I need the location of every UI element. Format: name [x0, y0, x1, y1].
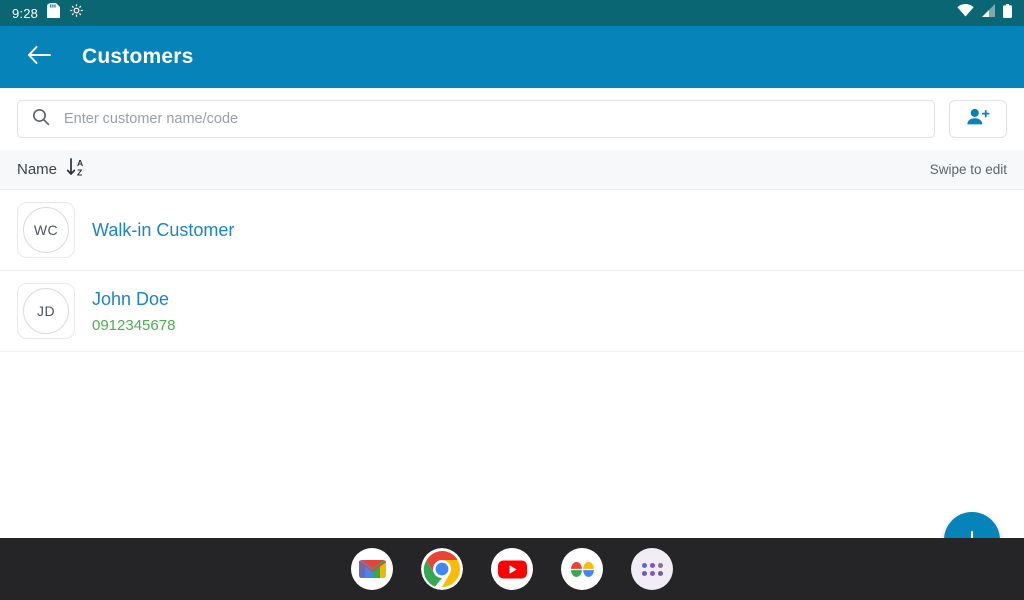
cell-signal-icon	[981, 4, 996, 22]
drawer-dots	[641, 562, 663, 576]
settings-gear-icon	[69, 3, 84, 23]
system-dock	[0, 538, 1024, 600]
list-item[interactable]: JD John Doe 0912345678	[0, 271, 1024, 352]
sort-alpha-down-icon: A Z	[66, 157, 85, 182]
status-bar-left: 9:28	[12, 3, 84, 23]
back-button[interactable]	[22, 40, 56, 74]
list-item-text: John Doe 0912345678	[92, 289, 175, 334]
swipe-to-edit-hint: Swipe to edit	[929, 162, 1007, 177]
sort-label: Name	[17, 161, 58, 178]
status-bar-right	[957, 3, 1012, 23]
youtube-icon[interactable]	[491, 548, 533, 590]
android-screen: 9:28 Customers Enter customer name/code …	[0, 0, 1024, 600]
list-item[interactable]: WC Walk-in Customer	[0, 190, 1024, 271]
svg-text:Z: Z	[77, 168, 82, 178]
app-drawer-icon[interactable]	[631, 548, 673, 590]
status-bar: 9:28	[0, 0, 1024, 26]
chrome-icon[interactable]	[421, 548, 463, 590]
search-box[interactable]	[17, 100, 935, 138]
person-add-icon	[966, 107, 990, 132]
wifi-icon	[957, 4, 974, 22]
avatar: JD	[17, 283, 75, 339]
sd-card-icon	[47, 3, 61, 23]
search-row	[0, 88, 1024, 150]
customer-list: WC Walk-in Customer JD John Doe 09123456…	[0, 190, 1024, 352]
sort-bar: Name A Z Swipe to edit	[0, 150, 1024, 190]
search-icon	[32, 108, 50, 131]
google-photos-icon[interactable]	[561, 548, 603, 590]
customer-name[interactable]: Walk-in Customer	[92, 220, 234, 241]
page-title: Customers	[82, 45, 194, 68]
gmail-icon[interactable]	[351, 548, 393, 590]
app-bar: Customers	[0, 26, 1024, 88]
status-bar-clock: 9:28	[12, 5, 39, 21]
search-input[interactable]	[64, 111, 920, 127]
list-item-text: Walk-in Customer	[92, 220, 234, 241]
battery-icon	[1003, 3, 1012, 23]
sort-by-name-control[interactable]: Name A Z	[17, 157, 85, 182]
avatar-initials: WC	[23, 207, 69, 253]
customer-phone: 0912345678	[92, 316, 176, 334]
customer-name[interactable]: John Doe	[92, 289, 175, 310]
svg-text:A: A	[77, 158, 83, 168]
arrow-left-icon	[27, 45, 51, 70]
avatar: WC	[17, 202, 75, 258]
avatar-initials: JD	[23, 288, 69, 334]
add-customer-button[interactable]	[949, 100, 1007, 138]
